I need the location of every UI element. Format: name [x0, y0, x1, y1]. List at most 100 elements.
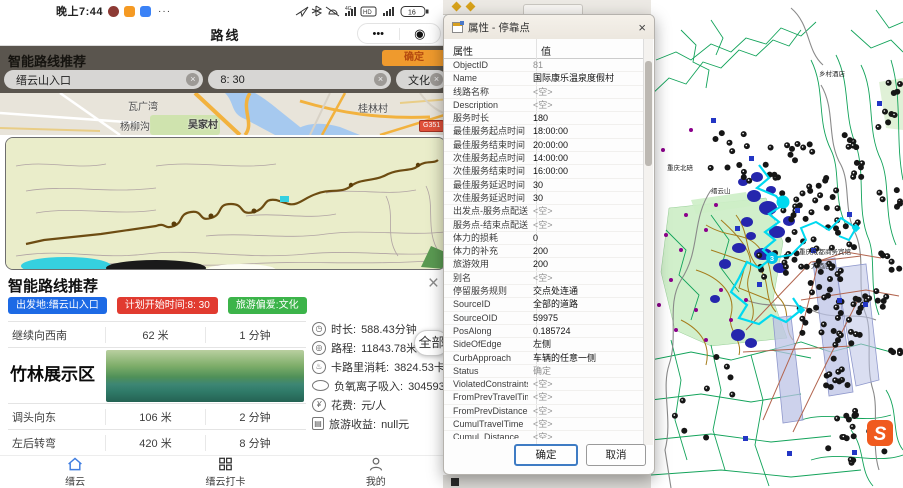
property-row[interactable]: FromPrevTravelTime <空>	[444, 391, 644, 404]
property-row[interactable]: 服务点-结束点配送时间 <空>	[444, 219, 644, 232]
dialog-scrollbar[interactable]	[643, 39, 653, 445]
property-row[interactable]: ViolatedConstraints <空>	[444, 378, 644, 391]
step-time: 1 分钟	[206, 327, 304, 343]
step-row: 左后转弯 420 米 8 分钟	[8, 430, 306, 456]
property-value: <空>	[528, 205, 644, 217]
property-row[interactable]: 次佳服务结束时间 16:00:00	[444, 165, 644, 178]
property-row[interactable]: 旅游效用 200	[444, 258, 644, 271]
filter-chip[interactable]: 文化 ×	[396, 70, 447, 89]
person-icon	[365, 456, 387, 472]
stat-line: 负氧离子吸入: 3045932.93个	[312, 376, 451, 395]
close-icon[interactable]: ×	[428, 273, 439, 295]
background-window-fragment	[443, 0, 655, 15]
stat-line: ▤ 旅游收益: null元	[312, 414, 451, 433]
stat-value: 元/人	[361, 397, 386, 413]
property-value: <空>	[528, 219, 644, 231]
property-row[interactable]: Description <空>	[444, 99, 644, 112]
property-value: 20:00:00	[528, 139, 644, 151]
property-row[interactable]: CurbApproach 车辆的任意一侧	[444, 352, 644, 365]
chip-clear-icon[interactable]: ×	[186, 73, 199, 86]
svg-text:重庆成都商务宾馆: 重庆成都商务宾馆	[799, 247, 852, 256]
property-row[interactable]: Status 确定	[444, 365, 644, 378]
property-row[interactable]: Name 国际康乐温泉度假村	[444, 72, 644, 85]
property-row[interactable]: SourceOID 59975	[444, 312, 644, 325]
stat-value: 3824.53卡	[394, 359, 445, 375]
property-row[interactable]: 次佳服务延迟时间 30	[444, 192, 644, 205]
gis-map[interactable]: 3 S 乡村酒店重庆北碚缙云山重庆成都商务宾馆大酒店	[651, 0, 903, 488]
property-key: PosAlong	[444, 325, 528, 337]
trail-map-panel[interactable]	[5, 137, 446, 270]
property-value: <空>	[528, 99, 644, 111]
more-options-button[interactable]: •••	[358, 28, 399, 40]
property-key: 线路名称	[444, 86, 528, 98]
stat-line: ♨ 卡路里消耗: 3824.53卡	[312, 357, 451, 376]
property-value: 交点处连通	[528, 285, 644, 297]
map-label: 吴家村	[188, 116, 218, 131]
gis-map-graphics: 3 S 乡村酒店重庆北碚缙云山重庆成都商务宾馆大酒店	[651, 0, 903, 488]
chip-clear-icon[interactable]: ×	[430, 73, 443, 86]
property-row[interactable]: 最佳服务延迟时间 30	[444, 179, 644, 192]
property-value: 16:00:00	[528, 165, 644, 177]
exit-miniprogram-button[interactable]: ◉	[400, 27, 441, 40]
property-row[interactable]: 最佳服务结束时间 20:00:00	[444, 139, 644, 152]
checkbox-fragment	[451, 478, 459, 486]
property-row[interactable]: 体力的损耗 0	[444, 232, 644, 245]
app-icon-blue	[140, 6, 151, 17]
tab-checkin[interactable]: 缙云打卡	[150, 456, 300, 488]
step-direction: 继续向西南	[8, 327, 106, 343]
property-key: 旅游效用	[444, 258, 528, 270]
property-row[interactable]: ObjectID 81	[444, 59, 644, 72]
filter-chip[interactable]: 缙云山入口 ×	[4, 70, 203, 89]
property-row[interactable]: Cumul_Distance <空>	[444, 431, 644, 439]
chip-clear-icon[interactable]: ×	[374, 73, 387, 86]
scrollbar-thumb[interactable]	[645, 61, 652, 166]
svg-text:大酒店: 大酒店	[811, 261, 831, 270]
dialog-title-bar[interactable]: 属性 - 停靠点 ×	[444, 15, 654, 39]
property-row[interactable]: 次佳服务起点时间 14:00:00	[444, 152, 644, 165]
miniprogram-capsule: ••• ◉	[357, 23, 441, 44]
property-row[interactable]: PosAlong 0.185724	[444, 325, 644, 338]
nav-bar: 路线 ••• ◉	[0, 22, 451, 46]
property-row[interactable]: 停留服务规则 交点处连通	[444, 285, 644, 298]
column-header-value: 值	[541, 43, 551, 58]
property-row[interactable]: 别名 <空>	[444, 272, 644, 285]
property-row[interactable]: SourceID 全部的道路	[444, 298, 644, 311]
tab-home[interactable]: 缙云	[0, 456, 150, 488]
close-icon[interactable]: ×	[638, 21, 646, 34]
cancel-button[interactable]: 取消	[586, 444, 646, 466]
poi-photo	[106, 350, 304, 402]
property-key: 别名	[444, 272, 528, 284]
property-value: <空>	[528, 378, 644, 390]
property-row[interactable]: FromPrevDistance <空>	[444, 405, 644, 418]
route-tag: 计划开始时间:8: 30	[117, 297, 218, 314]
properties-table-header: 属性 值	[444, 39, 644, 59]
toolbar-diamond-icon	[466, 2, 476, 12]
stat-value: 11843.78米	[361, 340, 417, 356]
properties-table: ObjectID 81 Name 国际康乐温泉度假村 线路名称 <空> Desc…	[444, 59, 644, 439]
tab-profile[interactable]: 我的	[301, 456, 451, 488]
property-row[interactable]: SideOfEdge 左侧	[444, 338, 644, 351]
property-value: 全部的道路	[528, 298, 644, 310]
property-row[interactable]: 服务时长 180	[444, 112, 644, 125]
property-row[interactable]: 体力的补充 200	[444, 245, 644, 258]
ok-button[interactable]: 确定	[514, 444, 578, 466]
property-row[interactable]: CumulTravelTime <空>	[444, 418, 644, 431]
property-key: 出发点-服务点配送时间	[444, 205, 528, 217]
dialog-icon	[452, 22, 463, 33]
map-label: 杨柳沟	[120, 118, 150, 133]
property-row[interactable]: 线路名称 <空>	[444, 86, 644, 99]
s-logo: S	[867, 420, 893, 446]
route-results-panel: 智能路线推荐 × 出发地:缙云山入口 计划开始时间:8: 30 旅游偏爱:文化 …	[0, 271, 451, 455]
property-value: 确定	[528, 365, 644, 377]
tab-bar: 缙云 缙云打卡 我的	[0, 455, 451, 488]
stat-line: ¥ 花费: 元/人	[312, 395, 451, 414]
property-value: 0.185724	[528, 325, 644, 337]
base-map-strip[interactable]: 瓦广湾 杨柳沟 吴家村 桂林村 G351	[0, 93, 451, 135]
confirm-button[interactable]: 确定	[382, 50, 446, 66]
property-row[interactable]: 最佳服务起点时间 18:00:00	[444, 125, 644, 138]
filter-chip[interactable]: 8: 30 ×	[208, 70, 391, 89]
stat-label: 旅游收益:	[329, 416, 376, 432]
property-key: 最佳服务结束时间	[444, 139, 528, 151]
property-row[interactable]: 出发点-服务点配送时间 <空>	[444, 205, 644, 218]
step-direction: 左后转弯	[8, 435, 106, 451]
